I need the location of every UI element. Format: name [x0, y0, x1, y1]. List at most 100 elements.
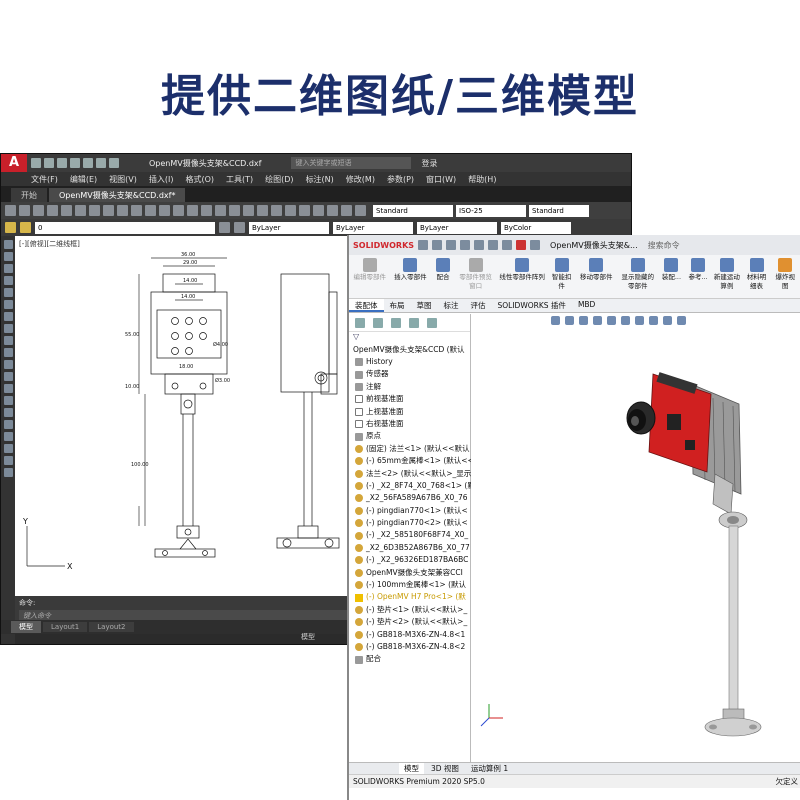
polyline-icon[interactable]: [3, 264, 13, 273]
ribbon-assembly-features[interactable]: 装配...: [660, 258, 684, 282]
tab-3d-views[interactable]: 3D 视图: [426, 763, 464, 774]
construction-line-icon[interactable]: [3, 252, 13, 261]
tree-item[interactable]: _X2_56FA589A67B6_X0_76: [349, 492, 470, 504]
lineweight-select[interactable]: ByLayer: [417, 221, 497, 234]
ribbon-show-hidden[interactable]: 显示隐藏的零部件: [619, 258, 657, 291]
open-file-icon[interactable]: [44, 158, 54, 168]
add-selected-icon[interactable]: [3, 468, 13, 477]
tool-icon[interactable]: [131, 205, 142, 216]
tab-markup[interactable]: 标注: [438, 299, 465, 312]
ribbon-move-component[interactable]: 移动零部件: [577, 258, 617, 282]
display-manager-icon[interactable]: [427, 317, 437, 328]
tree-item[interactable]: (-) OpenMV H7 Pro<1> (默: [349, 591, 470, 603]
tab-assembly[interactable]: 装配体: [349, 299, 384, 312]
graphics-area[interactable]: [471, 314, 800, 767]
tool-icon[interactable]: [145, 205, 156, 216]
tool-icon[interactable]: [173, 205, 184, 216]
tree-item[interactable]: 注解: [349, 381, 470, 393]
undo-icon[interactable]: [96, 158, 106, 168]
ribbon-reference-geometry[interactable]: 参考...: [686, 258, 710, 282]
tree-item[interactable]: (-) _X2_585180F68F74_X0_: [349, 529, 470, 541]
menu-parametric[interactable]: 参数(P): [387, 174, 414, 185]
tool-icon[interactable]: [33, 205, 44, 216]
tab-model[interactable]: 模型: [11, 621, 41, 633]
tool-icon[interactable]: [215, 205, 226, 216]
revcloud-icon[interactable]: [3, 324, 13, 333]
save-as-icon[interactable]: [70, 158, 80, 168]
tool-icon[interactable]: [327, 205, 338, 216]
ribbon-exploded-view[interactable]: 爆炸视图: [772, 258, 798, 291]
rectangle-icon[interactable]: [3, 288, 13, 297]
color-select[interactable]: ByLayer: [249, 221, 329, 234]
tab-layout[interactable]: 布局: [384, 299, 411, 312]
menu-window[interactable]: 窗口(W): [426, 174, 456, 185]
tool-icon[interactable]: [341, 205, 352, 216]
tree-item[interactable]: (-) pingdian770<1> (默认<: [349, 505, 470, 517]
tab-evaluate[interactable]: 评估: [465, 299, 492, 312]
property-manager-icon[interactable]: [373, 317, 383, 328]
tree-item[interactable]: (-) GB818-M3X6-ZN-4.8<1: [349, 629, 470, 641]
tool-icon[interactable]: [187, 205, 198, 216]
tree-item[interactable]: 原点: [349, 430, 470, 442]
ribbon-mate[interactable]: 配合: [432, 258, 454, 282]
save-icon[interactable]: [57, 158, 67, 168]
cad-search-input[interactable]: 键入关键字或短语: [291, 157, 412, 169]
tree-item[interactable]: (-) 垫片<2> (默认<<默认>_: [349, 616, 470, 628]
tool-icon[interactable]: [355, 205, 366, 216]
tree-item[interactable]: _X2_6D3B52A867B6_X0_77: [349, 542, 470, 554]
insert-block-icon[interactable]: [3, 372, 13, 381]
tab-motion-study[interactable]: 运动算例 1: [466, 763, 513, 774]
make-block-icon[interactable]: [3, 384, 13, 393]
tool-icon[interactable]: [299, 205, 310, 216]
tool-icon[interactable]: [285, 205, 296, 216]
menu-format[interactable]: 格式(O): [185, 174, 214, 185]
ribbon-insert-components[interactable]: 插入零部件: [392, 258, 430, 282]
filter-icon[interactable]: ▽: [349, 332, 470, 344]
tree-item[interactable]: 上视基准面: [349, 406, 470, 418]
layer-sun-icon[interactable]: [20, 222, 31, 233]
print-icon[interactable]: [83, 158, 93, 168]
menu-insert[interactable]: 插入(I): [149, 174, 174, 185]
tree-item[interactable]: (-) GB818-M3X6-ZN-4.8<2: [349, 641, 470, 653]
point-icon[interactable]: [3, 396, 13, 405]
save-icon[interactable]: [460, 240, 471, 250]
tree-item[interactable]: (-) pingdian770<2> (默认<: [349, 517, 470, 529]
layer-tool-icon[interactable]: [219, 222, 230, 233]
tree-item[interactable]: (-) _X2_96326ED187BA6BC: [349, 554, 470, 566]
layer-bulb-icon[interactable]: [5, 222, 16, 233]
home-icon[interactable]: [418, 240, 429, 250]
hatch-icon[interactable]: [3, 408, 13, 417]
ribbon-bom[interactable]: 材料明细表: [744, 258, 770, 291]
traffic-light-icon[interactable]: [516, 240, 527, 250]
cad-login-button[interactable]: 登录: [421, 158, 437, 169]
print-icon[interactable]: [474, 240, 485, 250]
ellipse-icon[interactable]: [3, 348, 13, 357]
polygon-icon[interactable]: [3, 276, 13, 285]
tool-icon[interactable]: [201, 205, 212, 216]
tab-layout2[interactable]: Layout2: [89, 622, 134, 632]
menu-edit[interactable]: 编辑(E): [70, 174, 97, 185]
tree-item[interactable]: (-) _X2_8F74_X0_768<1> (默: [349, 480, 475, 492]
layer-tool-icon[interactable]: [234, 222, 245, 233]
options-gear-icon[interactable]: [530, 240, 541, 250]
tool-icon[interactable]: [243, 205, 254, 216]
tree-item[interactable]: 传感器: [349, 368, 470, 380]
tool-icon[interactable]: [117, 205, 128, 216]
ribbon-linear-pattern[interactable]: 线性零部件阵列: [497, 258, 546, 282]
mtext-icon[interactable]: [3, 456, 13, 465]
tool-icon[interactable]: [313, 205, 324, 216]
tree-item[interactable]: History: [349, 356, 470, 368]
ribbon-component-preview[interactable]: 零部件预览窗口: [457, 258, 495, 291]
menu-view[interactable]: 视图(V): [109, 174, 137, 185]
tree-item[interactable]: 配合: [349, 653, 470, 665]
menu-file[interactable]: 文件(F): [31, 174, 58, 185]
dim-style-select[interactable]: ISO-25: [456, 204, 526, 217]
tool-icon[interactable]: [103, 205, 114, 216]
arc-icon[interactable]: [3, 300, 13, 309]
ribbon-edit-component[interactable]: 编辑零部件: [351, 258, 389, 282]
text-style-select[interactable]: Standard: [373, 204, 453, 217]
ellipse-arc-icon[interactable]: [3, 360, 13, 369]
ribbon-new-motion-study[interactable]: 新建运动算例: [713, 258, 741, 291]
tab-mbd[interactable]: MBD: [572, 299, 601, 312]
open-icon[interactable]: [446, 240, 457, 250]
